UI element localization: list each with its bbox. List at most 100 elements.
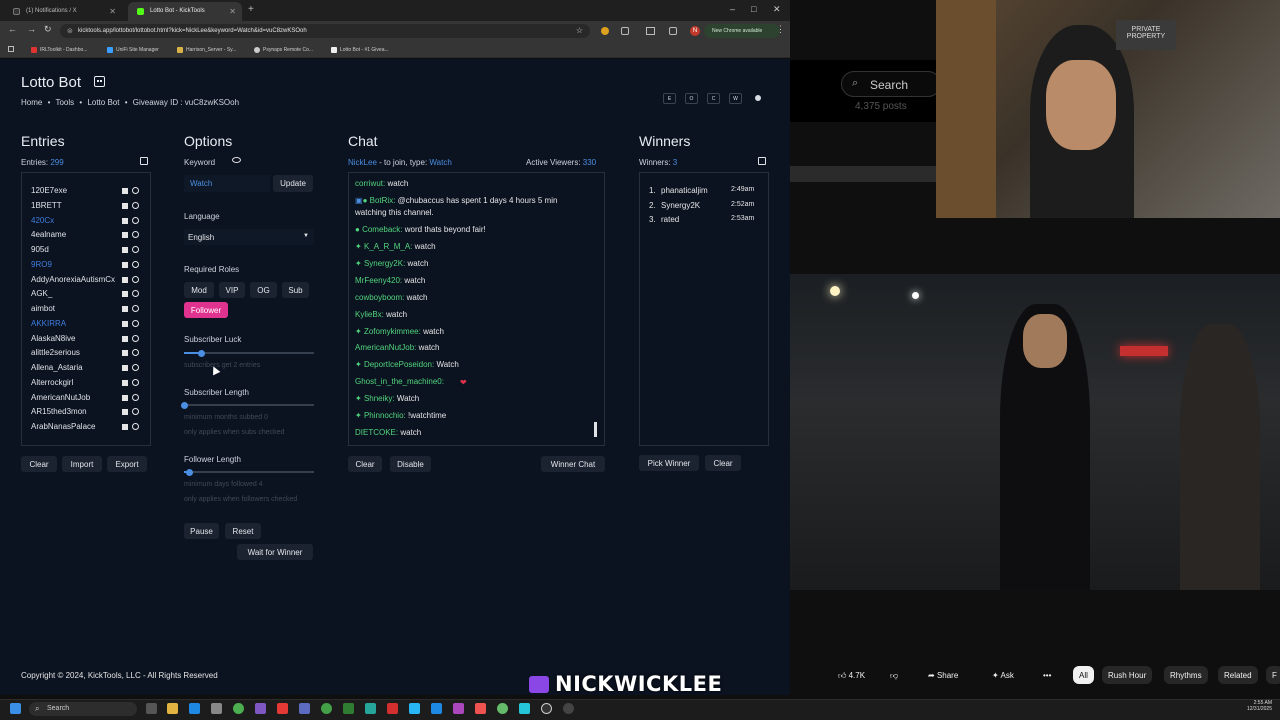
site-info-icon[interactable]: ⊜	[67, 27, 73, 35]
entry-row[interactable]: ArabNanasPalace	[31, 422, 95, 431]
extensions-icon[interactable]	[621, 27, 629, 35]
copy-icon[interactable]	[758, 157, 766, 165]
chat-username[interactable]: DIETCOKE:	[355, 428, 398, 437]
browser-tab-active[interactable]: Lotto Bot - KickTools ✕	[128, 2, 242, 21]
bookmark[interactable]: IRLToolkit - Dashbo...	[31, 47, 87, 53]
chat-username[interactable]: Comeback:	[362, 225, 402, 234]
windows-start-icon[interactable]	[10, 703, 21, 714]
reload-icon[interactable]: ↻	[44, 24, 52, 35]
slider-knob[interactable]	[186, 468, 194, 476]
background-search-box[interactable]: ⌕ Search	[841, 71, 941, 97]
like-button[interactable]: 👍︎ 4.7K	[838, 666, 865, 684]
role-mod-toggle[interactable]: Mod	[184, 282, 214, 298]
checkbox-icon[interactable]	[122, 365, 128, 371]
breadcrumb-tools[interactable]: Tools	[55, 98, 74, 107]
entry-row[interactable]: AR15thed3mon	[31, 407, 87, 416]
new-tab-icon[interactable]: +	[248, 4, 254, 15]
keyword-input[interactable]: Watch	[184, 175, 270, 192]
chat-username[interactable]: Phinnochio:	[364, 411, 406, 420]
checkbox-icon[interactable]	[122, 335, 128, 342]
ban-icon[interactable]	[132, 334, 139, 342]
winners-clear-button[interactable]: Clear	[705, 455, 741, 471]
ban-icon[interactable]	[132, 246, 139, 253]
apps-icon[interactable]	[8, 46, 14, 52]
ban-icon[interactable]	[132, 260, 139, 268]
ban-icon[interactable]	[132, 349, 139, 357]
chrome-update-button[interactable]: New Chrome available	[704, 24, 780, 38]
entry-row[interactable]: aimbot	[31, 304, 55, 313]
ban-icon[interactable]	[132, 408, 139, 416]
entry-row[interactable]: AddyAnorexiaAutismCx	[31, 275, 115, 284]
app-icon[interactable]	[431, 703, 442, 714]
minimize-icon[interactable]: –	[730, 4, 735, 14]
chat-username[interactable]: Zofomykimmee:	[364, 327, 421, 336]
store-icon[interactable]	[211, 703, 222, 714]
ban-icon[interactable]	[132, 216, 139, 224]
entry-row[interactable]: 1BRETT	[31, 201, 62, 210]
chrome-icon[interactable]	[321, 703, 332, 714]
checkbox-icon[interactable]	[122, 409, 128, 416]
chat-scrollbar[interactable]	[594, 422, 597, 437]
follower-length-slider[interactable]	[184, 468, 314, 476]
entry-row[interactable]: 9RO9	[31, 260, 52, 269]
chat-username[interactable]: corriwut:	[355, 179, 385, 188]
entry-row[interactable]: 905d	[31, 245, 49, 254]
role-follower-toggle[interactable]: Follower	[184, 302, 228, 318]
pick-winner-button[interactable]: Pick Winner	[639, 455, 699, 471]
ban-icon[interactable]	[132, 319, 139, 327]
entry-row[interactable]: Alterrockgirl	[31, 378, 73, 387]
chat-clear-button[interactable]: Clear	[348, 456, 382, 472]
obs-icon[interactable]	[541, 703, 552, 714]
chat-disable-button[interactable]: Disable	[390, 456, 431, 472]
chip-rhythms[interactable]: Rhythms	[1164, 666, 1208, 684]
close-icon[interactable]: ✕	[229, 7, 236, 16]
ban-icon[interactable]	[132, 393, 139, 401]
entry-row[interactable]: AmericanNutJob	[31, 393, 90, 402]
ban-icon[interactable]	[132, 378, 139, 386]
checkbox-icon[interactable]	[122, 261, 128, 268]
checkbox-icon[interactable]	[122, 424, 128, 430]
cast-icon[interactable]	[646, 27, 655, 35]
keyword-update-button[interactable]: Update	[273, 175, 313, 192]
entry-row[interactable]: AGK_	[31, 289, 52, 298]
taskbar-clock[interactable]: 2:55 AM 12/31/2025	[1232, 700, 1272, 712]
checkbox-icon[interactable]	[122, 202, 128, 209]
chip-related[interactable]: Related	[1218, 666, 1258, 684]
ban-icon[interactable]	[132, 231, 139, 239]
theme-toggle-icon[interactable]	[755, 95, 761, 101]
video-player[interactable]	[790, 274, 1280, 590]
chat-username[interactable]: MrFeeny420:	[355, 276, 402, 285]
ban-icon[interactable]	[132, 423, 139, 430]
checkbox-icon[interactable]	[122, 350, 128, 357]
ban-icon[interactable]	[132, 290, 139, 298]
entry-row[interactable]: AKKIRRA	[31, 319, 66, 328]
chat-username[interactable]: Synergy2K:	[364, 259, 405, 268]
entries-export-button[interactable]: Export	[107, 456, 147, 472]
edge-icon[interactable]	[189, 703, 200, 714]
forward-icon[interactable]: →	[27, 24, 36, 34]
entry-row[interactable]: 120E7exe	[31, 186, 67, 195]
downloads-icon[interactable]	[669, 27, 677, 35]
checkbox-icon[interactable]	[122, 276, 128, 283]
checkbox-icon[interactable]	[122, 394, 128, 401]
discord-icon[interactable]	[299, 703, 310, 714]
task-view-icon[interactable]	[146, 703, 157, 714]
eye-icon[interactable]	[232, 157, 241, 163]
control-c-button[interactable]: C	[707, 93, 720, 104]
chat-username[interactable]: Shneiky:	[364, 394, 395, 403]
bookmark[interactable]: Lotto Bot - #1 Givea...	[331, 47, 389, 53]
app-icon[interactable]	[255, 703, 266, 714]
star-icon[interactable]: ☆	[576, 26, 583, 35]
checkbox-icon[interactable]	[122, 291, 128, 298]
ban-icon[interactable]	[132, 275, 139, 283]
url-field[interactable]: ⊜ kicktools.app/lottobot/lottobot.html?k…	[60, 24, 590, 38]
ban-icon[interactable]	[132, 305, 139, 312]
entries-clear-button[interactable]: Clear	[21, 456, 57, 472]
entry-row[interactable]: alittle2serious	[31, 348, 80, 357]
app-icon[interactable]	[365, 703, 376, 714]
role-sub-toggle[interactable]: Sub	[282, 282, 309, 298]
dislike-icon[interactable]: 👎︎	[890, 666, 898, 684]
maximize-icon[interactable]: □	[751, 4, 756, 14]
chat-username[interactable]: K_A_R_M_A:	[364, 242, 412, 251]
ban-icon[interactable]	[132, 201, 139, 209]
